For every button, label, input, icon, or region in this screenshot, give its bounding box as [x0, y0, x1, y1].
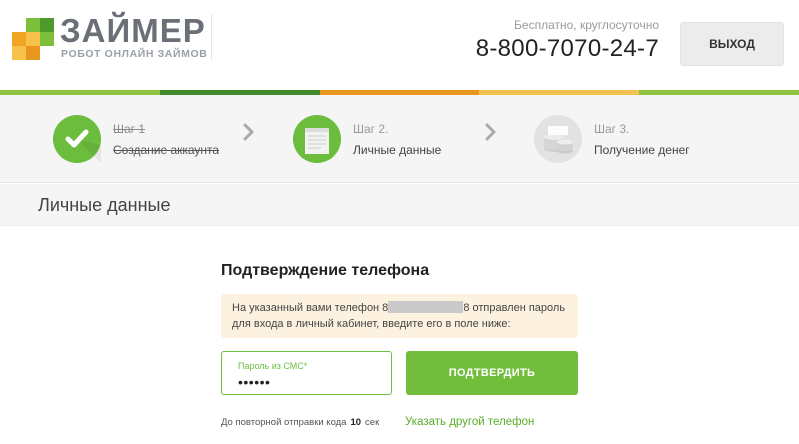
sms-password-label: Пароль из СМС* — [238, 361, 308, 371]
notice-text-start: На указанный вами телефон 8 — [232, 302, 389, 314]
contact-phone-block: Бесплатно, круглосуточно 8-800-7070-24-7 — [476, 18, 659, 63]
logo-subtitle: РОБОТ ОНЛАЙН ЗАЙМОВ — [61, 48, 208, 60]
step-1-title: Создание аккаунта — [113, 143, 220, 157]
document-icon — [305, 128, 329, 154]
redacted-phone — [388, 301, 464, 313]
logout-button[interactable]: ВЫХОД — [680, 22, 784, 66]
step-3-title: Получение денег — [594, 143, 690, 157]
phone-number[interactable]: 8-800-7070-24-7 — [476, 35, 659, 63]
step-2-number: Шаг 2. — [353, 122, 389, 136]
step-2-circle — [293, 115, 341, 163]
logo-title: ЗАЙМЕР — [60, 12, 206, 49]
resend-seconds: 10 — [350, 417, 362, 428]
coins-icon — [544, 126, 573, 154]
form-title: Подтверждение телефона — [221, 262, 430, 279]
logo[interactable]: ЗАЙМЕР РОБОТ ОНЛАЙН ЗАЙМОВ — [12, 14, 212, 64]
step-2-text: Шаг 2. Личные данные — [353, 122, 441, 157]
step-1-circle — [53, 115, 101, 163]
section-title: Личные данные — [38, 195, 171, 215]
sms-notice: На указанный вами телефон 88 отправлен п… — [221, 294, 578, 338]
resend-suffix: сек — [365, 417, 380, 428]
logo-divider — [211, 14, 212, 60]
section-header: Личные данные — [0, 184, 799, 226]
step-1-text: Шаг 1 Создание аккаунта — [113, 122, 219, 157]
step-3-number: Шаг 3. — [594, 122, 630, 136]
step-3-circle — [534, 115, 582, 163]
step-2-title: Личные данные — [353, 143, 442, 157]
header: ЗАЙМЕР РОБОТ ОНЛАЙН ЗАЙМОВ Бесплатно, кр… — [0, 0, 799, 90]
step-3-text: Шаг 3. Получение денег — [594, 122, 690, 157]
phone-note: Бесплатно, круглосуточно — [514, 18, 659, 32]
change-phone-link[interactable]: Указать другой телефон — [405, 416, 534, 428]
progress-steps: Шаг 1 Создание аккаунта Шаг 2. Личные да… — [0, 95, 799, 183]
step-1-number: Шаг 1 — [113, 122, 146, 136]
resend-prefix: До повторной отправки кода — [221, 417, 347, 428]
sms-password-value[interactable]: •••••• — [238, 374, 270, 390]
logo-mark-icon — [12, 18, 54, 60]
confirm-button[interactable]: ПОДТВЕРДИТЬ — [406, 351, 578, 395]
check-icon — [65, 129, 101, 163]
sms-password-field[interactable]: Пароль из СМС* •••••• — [221, 351, 392, 395]
chevron-right-icon — [485, 123, 496, 141]
resend-timer: До повторной отправки кода 10 сек — [221, 417, 379, 428]
chevron-right-icon — [243, 123, 254, 141]
